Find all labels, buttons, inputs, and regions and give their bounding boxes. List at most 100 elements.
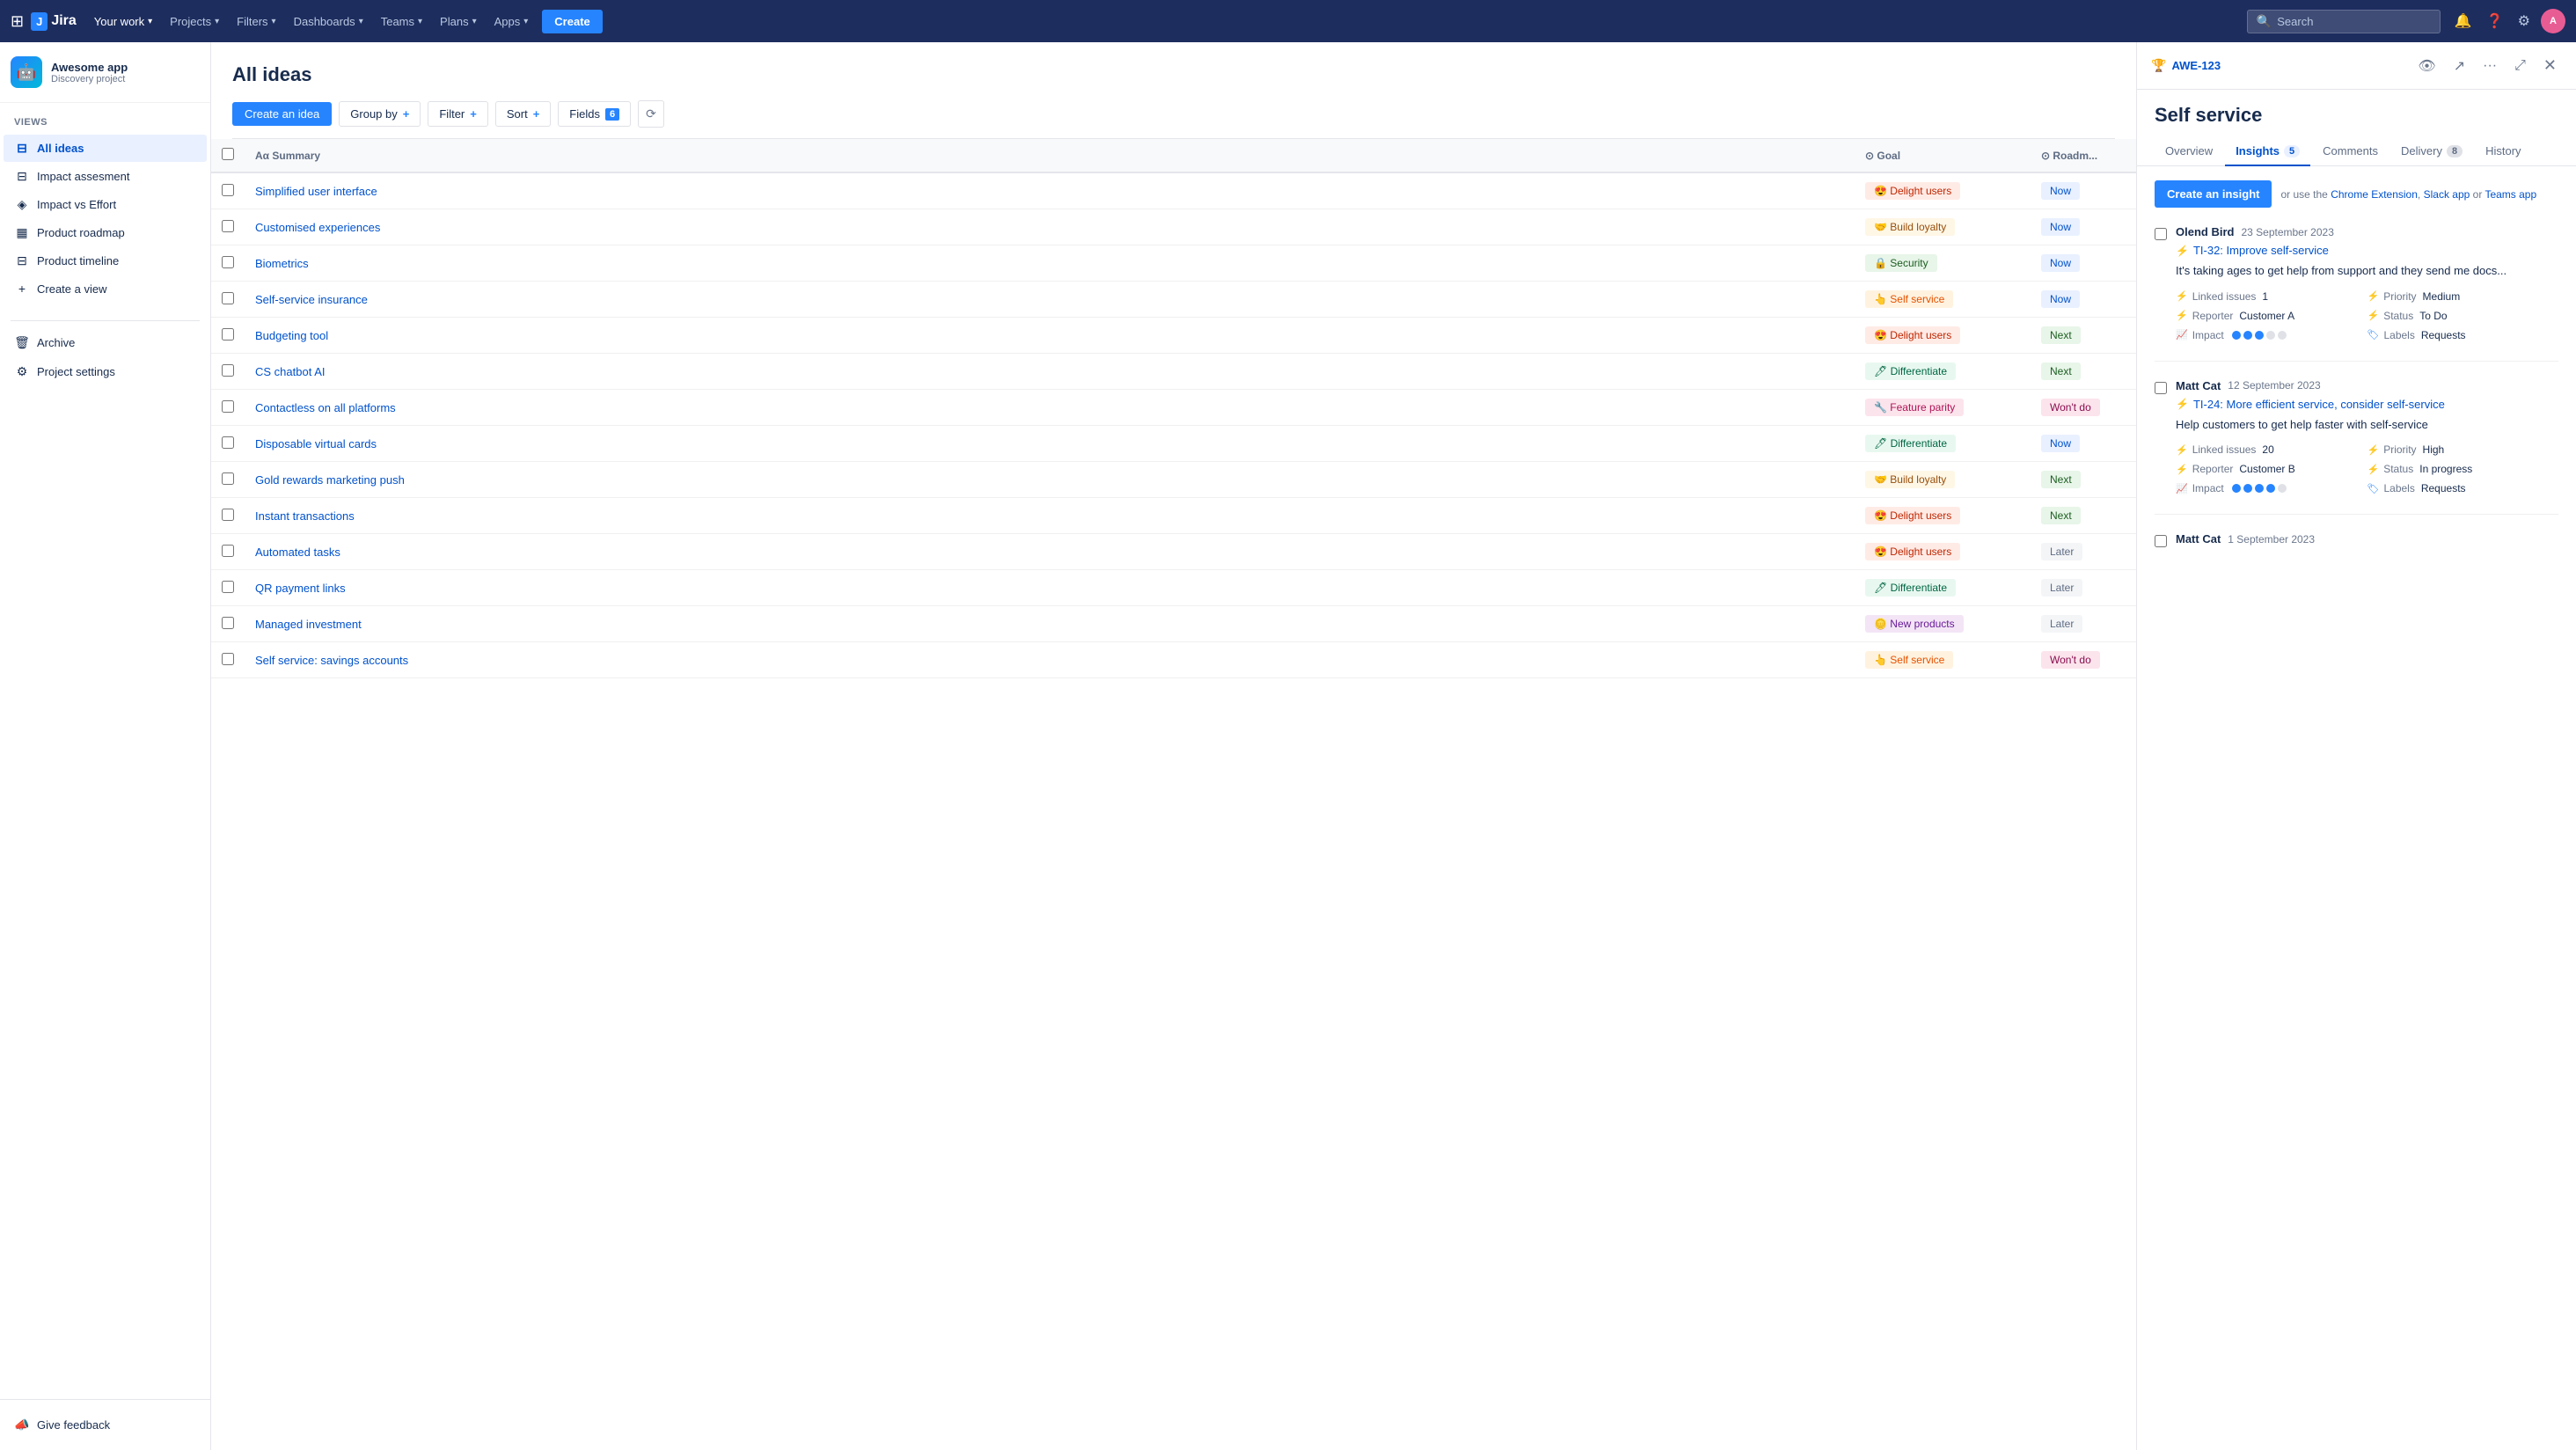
row-13-roadmap-badge[interactable]: Won't do — [2041, 651, 2100, 669]
row-2-roadmap-badge[interactable]: Now — [2041, 254, 2080, 272]
sidebar-item-all-ideas[interactable]: ⊟ All ideas — [4, 135, 207, 162]
row-2-goal-badge[interactable]: 🔒 Security — [1865, 254, 1937, 272]
row-5-goal-badge[interactable]: 🖊 Differentiate — [1865, 362, 1956, 380]
row-10-summary[interactable]: Automated tasks — [245, 534, 1855, 570]
sidebar-item-impact-assessment[interactable]: ⊟ Impact assesment — [4, 163, 207, 190]
nav-apps[interactable]: Apps ▾ — [487, 11, 536, 32]
row-0-checkbox[interactable] — [222, 184, 234, 196]
row-9-summary[interactable]: Instant transactions — [245, 498, 1855, 534]
create-button[interactable]: Create — [542, 10, 602, 33]
row-5-summary[interactable]: CS chatbot AI — [245, 354, 1855, 390]
row-7-summary[interactable]: Disposable virtual cards — [245, 426, 1855, 462]
tab-history[interactable]: History — [2475, 137, 2531, 166]
row-4-summary[interactable]: Budgeting tool — [245, 318, 1855, 354]
row-7-roadmap-badge[interactable]: Now — [2041, 435, 2080, 452]
select-all-checkbox[interactable] — [222, 148, 234, 160]
row-1-goal-badge[interactable]: 🤝 Build loyalty — [1865, 218, 1955, 236]
fields-button[interactable]: Fields 6 — [558, 101, 631, 127]
row-6-roadmap-badge[interactable]: Won't do — [2041, 399, 2100, 416]
sidebar-item-create-view[interactable]: + Create a view — [4, 275, 207, 302]
panel-watch-button[interactable]: 👁 — [2412, 53, 2441, 78]
row-10-roadmap-badge[interactable]: Later — [2041, 543, 2082, 560]
insight-2-checkbox[interactable] — [2155, 382, 2167, 394]
row-12-roadmap-badge[interactable]: Later — [2041, 615, 2082, 633]
row-6-goal-badge[interactable]: 🔧 Feature parity — [1865, 399, 1964, 416]
row-13-summary[interactable]: Self service: savings accounts — [245, 642, 1855, 678]
row-13-goal-badge[interactable]: 👆 Self service — [1865, 651, 1953, 669]
group-by-button[interactable]: Group by + — [339, 101, 421, 127]
nav-projects[interactable]: Projects ▾ — [163, 11, 226, 32]
sidebar-item-project-settings[interactable]: ⚙ Project settings — [4, 358, 207, 385]
panel-share-button[interactable]: ↗ — [2448, 53, 2470, 78]
row-11-summary[interactable]: QR payment links — [245, 570, 1855, 606]
row-2-checkbox[interactable] — [222, 256, 234, 268]
sidebar-item-product-roadmap[interactable]: ▦ Product roadmap — [4, 219, 207, 246]
row-11-checkbox[interactable] — [222, 581, 234, 593]
insight-1-checkbox[interactable] — [2155, 228, 2167, 240]
row-10-checkbox[interactable] — [222, 545, 234, 557]
row-4-roadmap-badge[interactable]: Next — [2041, 326, 2081, 344]
row-0-summary[interactable]: Simplified user interface — [245, 172, 1855, 209]
tab-delivery[interactable]: Delivery 8 — [2390, 137, 2473, 166]
tab-insights[interactable]: Insights 5 — [2225, 137, 2310, 166]
row-3-summary[interactable]: Self-service insurance — [245, 282, 1855, 318]
project-header[interactable]: 🤖 Awesome app Discovery project — [0, 42, 210, 103]
row-4-checkbox[interactable] — [222, 328, 234, 341]
help-icon[interactable]: ❓ — [2483, 9, 2507, 33]
nav-filters[interactable]: Filters ▾ — [230, 11, 282, 32]
panel-more-button[interactable]: ··· — [2477, 53, 2502, 78]
row-8-goal-badge[interactable]: 🤝 Build loyalty — [1865, 471, 1955, 488]
panel-expand-button[interactable]: ⤢ — [2509, 53, 2531, 78]
insight-1-link[interactable]: ⚡ TI-32: Improve self-service — [2176, 244, 2558, 257]
nav-your-work[interactable]: Your work ▾ — [87, 11, 159, 32]
row-6-checkbox[interactable] — [222, 400, 234, 413]
row-0-roadmap-badge[interactable]: Now — [2041, 182, 2080, 200]
row-0-goal-badge[interactable]: 😍 Delight users — [1865, 182, 1960, 200]
row-6-summary[interactable]: Contactless on all platforms — [245, 390, 1855, 426]
insight-3-checkbox[interactable] — [2155, 535, 2167, 547]
settings-icon[interactable]: ⚙ — [2514, 9, 2534, 33]
row-3-checkbox[interactable] — [222, 292, 234, 304]
row-1-summary[interactable]: Customised experiences — [245, 209, 1855, 245]
row-12-summary[interactable]: Managed investment — [245, 606, 1855, 642]
row-9-goal-badge[interactable]: 😍 Delight users — [1865, 507, 1960, 524]
row-11-goal-badge[interactable]: 🖊 Differentiate — [1865, 579, 1956, 597]
row-8-roadmap-badge[interactable]: Next — [2041, 471, 2081, 488]
row-5-roadmap-badge[interactable]: Next — [2041, 362, 2081, 380]
row-9-roadmap-badge[interactable]: Next — [2041, 507, 2081, 524]
chrome-extension-link[interactable]: Chrome Extension — [2331, 188, 2418, 201]
row-9-checkbox[interactable] — [222, 509, 234, 521]
user-avatar[interactable]: A — [2541, 9, 2565, 33]
row-1-roadmap-badge[interactable]: Now — [2041, 218, 2080, 236]
row-1-checkbox[interactable] — [222, 220, 234, 232]
row-8-checkbox[interactable] — [222, 472, 234, 485]
row-12-goal-badge[interactable]: 🪙 New products — [1865, 615, 1964, 633]
nav-dashboards[interactable]: Dashboards ▾ — [287, 11, 370, 32]
teams-app-link[interactable]: Teams app — [2485, 188, 2536, 201]
sidebar-item-archive[interactable]: 🗑 Archive — [4, 329, 207, 356]
refresh-button[interactable]: ⟳ — [638, 100, 664, 128]
apps-grid-icon[interactable]: ⊞ — [11, 12, 24, 31]
sidebar-item-impact-vs-effort[interactable]: ◈ Impact vs Effort — [4, 191, 207, 218]
row-12-checkbox[interactable] — [222, 617, 234, 629]
row-8-summary[interactable]: Gold rewards marketing push — [245, 462, 1855, 498]
tab-comments[interactable]: Comments — [2312, 137, 2389, 166]
create-insight-button[interactable]: Create an insight — [2155, 180, 2272, 208]
nav-plans[interactable]: Plans ▾ — [433, 11, 484, 32]
filter-button[interactable]: Filter + — [428, 101, 487, 127]
row-4-goal-badge[interactable]: 😍 Delight users — [1865, 326, 1960, 344]
panel-close-button[interactable]: ✕ — [2538, 53, 2562, 78]
insight-2-link[interactable]: ⚡ TI-24: More efficient service, conside… — [2176, 398, 2558, 411]
row-7-goal-badge[interactable]: 🖊 Differentiate — [1865, 435, 1956, 452]
tab-overview[interactable]: Overview — [2155, 137, 2223, 166]
sidebar-item-give-feedback[interactable]: 📣 Give feedback — [4, 1411, 207, 1439]
slack-app-link[interactable]: Slack app — [2424, 188, 2470, 201]
row-3-goal-badge[interactable]: 👆 Self service — [1865, 290, 1953, 308]
nav-teams[interactable]: Teams ▾ — [374, 11, 429, 32]
create-idea-button[interactable]: Create an idea — [232, 102, 332, 126]
row-2-summary[interactable]: Biometrics — [245, 245, 1855, 282]
row-5-checkbox[interactable] — [222, 364, 234, 377]
row-7-checkbox[interactable] — [222, 436, 234, 449]
row-3-roadmap-badge[interactable]: Now — [2041, 290, 2080, 308]
sidebar-item-product-timeline[interactable]: ⊟ Product timeline — [4, 247, 207, 275]
